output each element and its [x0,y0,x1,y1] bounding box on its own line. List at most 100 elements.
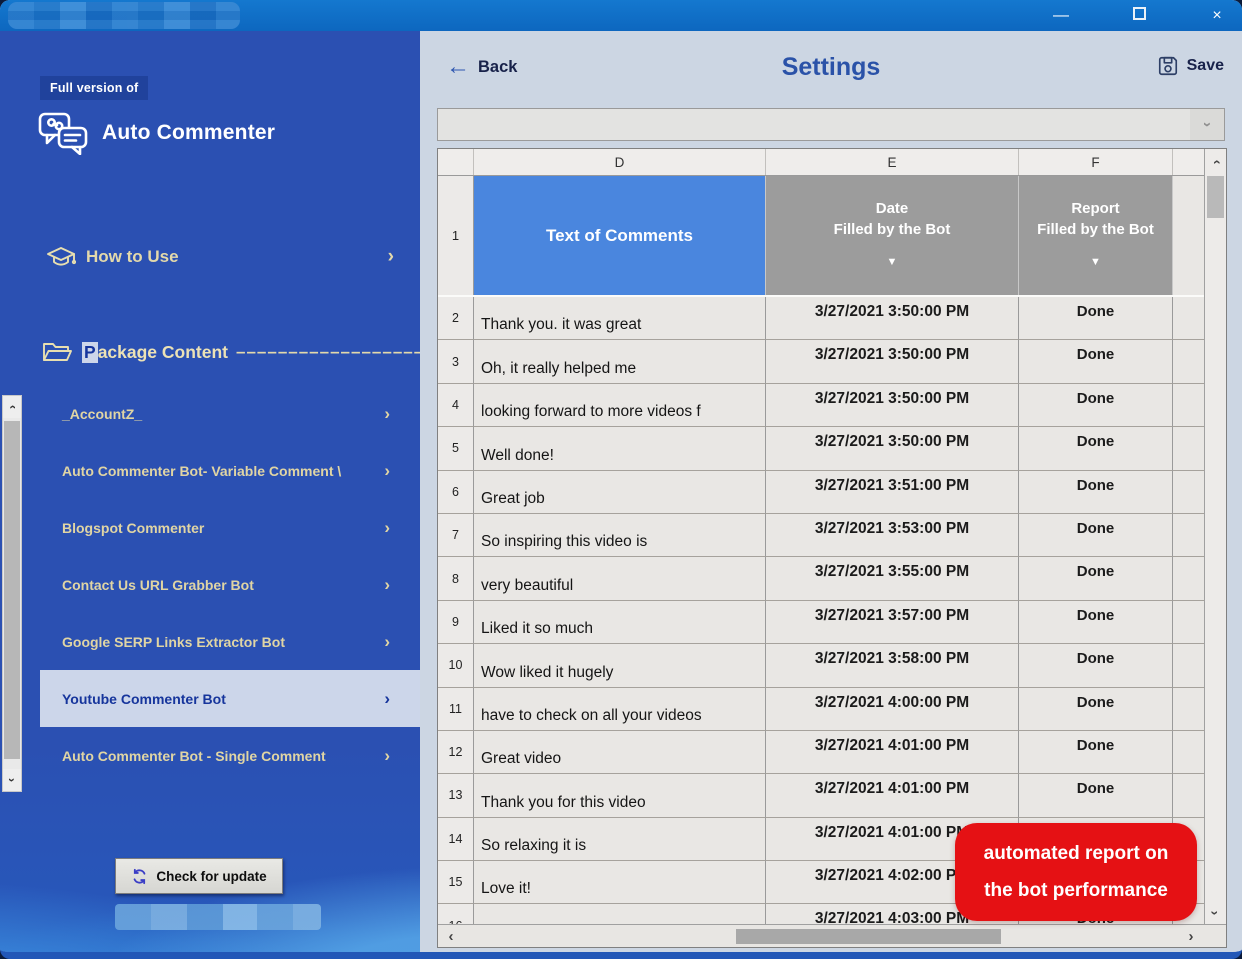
row-number[interactable]: 6 [438,470,474,514]
sidebar-package-item[interactable]: Auto Commenter Bot- Variable Comment \ › [40,442,420,499]
comment-cell[interactable]: So relaxing it is [474,817,766,862]
date-cell[interactable]: 3/27/2021 3:57:00 PM [766,600,1019,645]
empty-cell[interactable] [1173,297,1204,341]
report-cell[interactable]: Done [1019,600,1173,645]
empty-cell[interactable] [1173,730,1204,775]
row-number[interactable]: 15 [438,861,474,905]
maximize-button[interactable] [1128,0,1150,31]
date-cell[interactable]: 3/27/2021 3:50:00 PM [766,427,1019,471]
comment-cell[interactable]: Oh, it really helped me [474,340,766,384]
comment-cell[interactable]: Thank you for this video [474,774,766,818]
empty-cell[interactable] [1173,687,1204,731]
row-number[interactable]: 7 [438,513,474,558]
filter-arrow-icon[interactable]: ▼ [1090,252,1101,273]
horizontal-scrollbar-thumb[interactable] [736,929,1001,944]
row-number[interactable]: 2 [438,297,474,341]
row-number[interactable]: 12 [438,730,474,775]
empty-cell[interactable] [1173,427,1204,471]
row-number[interactable]: 3 [438,340,474,384]
sidebar-item-how-to-use[interactable]: How to Use › [0,239,420,275]
sidebar-package-item[interactable]: Auto Commenter Bot - Single Comment › [40,727,420,784]
dropdown-chevron-icon[interactable]: › [1190,109,1224,140]
comment-cell[interactable]: Great video [474,730,766,775]
row-number[interactable]: 5 [438,427,474,471]
report-cell[interactable]: Done [1019,687,1173,731]
scroll-left-arrow-icon[interactable]: ‹ [440,925,462,947]
report-cell[interactable]: Done [1019,730,1173,775]
header-date-filled-by-bot[interactable]: Date Filled by the Bot ▼ [766,176,1019,295]
empty-cell[interactable] [1173,644,1204,688]
comment-cell[interactable] [474,904,766,924]
scroll-up-arrow-icon[interactable]: › [1205,151,1226,173]
date-cell[interactable]: 3/27/2021 3:50:00 PM [766,383,1019,428]
report-cell[interactable]: Done [1019,644,1173,688]
empty-cell[interactable] [1173,340,1204,384]
row-number[interactable]: 1 [438,176,474,295]
header-report-filled-by-bot[interactable]: Report Filled by the Bot ▼ [1019,176,1173,295]
sidebar-package-item[interactable]: Youtube Commenter Bot › [40,670,420,727]
row-number[interactable]: 4 [438,383,474,428]
row-number[interactable]: 10 [438,644,474,688]
date-cell[interactable]: 3/27/2021 4:00:00 PM [766,687,1019,731]
report-cell[interactable]: Done [1019,470,1173,514]
report-cell[interactable]: Done [1019,340,1173,384]
empty-cell[interactable] [1173,774,1204,818]
corner-cell[interactable] [438,149,474,175]
comment-cell[interactable]: Liked it so much [474,600,766,645]
column-letter-d[interactable]: D [474,149,766,175]
date-cell[interactable]: 3/27/2021 4:01:00 PM [766,730,1019,775]
report-cell[interactable]: Done [1019,427,1173,471]
empty-cell[interactable] [1173,557,1204,601]
date-cell[interactable]: 3/27/2021 3:58:00 PM [766,644,1019,688]
row-number[interactable]: 11 [438,687,474,731]
check-for-update-button[interactable]: Check for update [115,858,283,894]
save-button[interactable]: Save [1157,55,1224,77]
date-cell[interactable]: 3/27/2021 3:51:00 PM [766,470,1019,514]
comment-cell[interactable]: looking forward to more videos f [474,383,766,428]
comment-cell[interactable]: Great job [474,470,766,514]
close-button[interactable]: × [1206,0,1228,31]
date-cell[interactable]: 3/27/2021 3:53:00 PM [766,513,1019,558]
sidebar-package-item[interactable]: Google SERP Links Extractor Bot › [40,613,420,670]
report-cell[interactable]: Done [1019,383,1173,428]
horizontal-scrollbar[interactable]: ‹ › [438,924,1204,947]
report-cell[interactable]: Done [1019,774,1173,818]
comment-cell[interactable]: So inspiring this video is [474,513,766,558]
sidebar-scrollbar-thumb[interactable] [4,421,20,759]
date-cell[interactable]: 3/27/2021 3:50:00 PM [766,340,1019,384]
column-letter-f[interactable]: F [1019,149,1173,175]
minimize-button[interactable]: — [1050,0,1072,31]
vertical-scrollbar-thumb[interactable] [1207,176,1224,218]
header-text-of-comments[interactable]: Text of Comments [474,176,766,295]
scroll-up-arrow-icon[interactable]: › [3,396,21,418]
row-number[interactable]: 8 [438,557,474,601]
row-number[interactable]: 13 [438,774,474,818]
comment-cell[interactable]: Love it! [474,861,766,905]
filter-arrow-icon[interactable]: ▼ [887,252,898,273]
row-number[interactable]: 14 [438,817,474,862]
row-number[interactable]: 9 [438,600,474,645]
column-letter-e[interactable]: E [766,149,1019,175]
date-cell[interactable]: 3/27/2021 3:50:00 PM [766,297,1019,341]
comment-cell[interactable]: have to check on all your videos [474,687,766,731]
scroll-down-arrow-icon[interactable]: › [1205,902,1226,924]
empty-cell[interactable] [1173,383,1204,428]
settings-dropdown[interactable]: › [437,108,1225,141]
row-number[interactable]: 16 [438,904,474,924]
report-cell[interactable]: Done [1019,557,1173,601]
date-cell[interactable]: 3/27/2021 4:01:00 PM [766,774,1019,818]
comment-cell[interactable]: Thank you. it was great [474,297,766,341]
scroll-down-arrow-icon[interactable]: › [3,769,21,791]
sidebar-package-item[interactable]: Contact Us URL Grabber Bot › [40,556,420,613]
comment-cell[interactable]: very beautiful [474,557,766,601]
sidebar-package-item[interactable]: Blogspot Commenter › [40,499,420,556]
sidebar-scrollbar[interactable]: › › [2,395,22,792]
empty-cell[interactable] [1173,513,1204,558]
report-cell[interactable]: Done [1019,297,1173,341]
sidebar-package-item[interactable]: _AccountZ_ › [40,385,420,442]
empty-cell[interactable] [1173,470,1204,514]
comment-cell[interactable]: Wow liked it hugely [474,644,766,688]
vertical-scrollbar[interactable]: › › [1204,149,1226,926]
column-letter-g[interactable] [1173,149,1204,175]
empty-cell[interactable] [1173,600,1204,645]
